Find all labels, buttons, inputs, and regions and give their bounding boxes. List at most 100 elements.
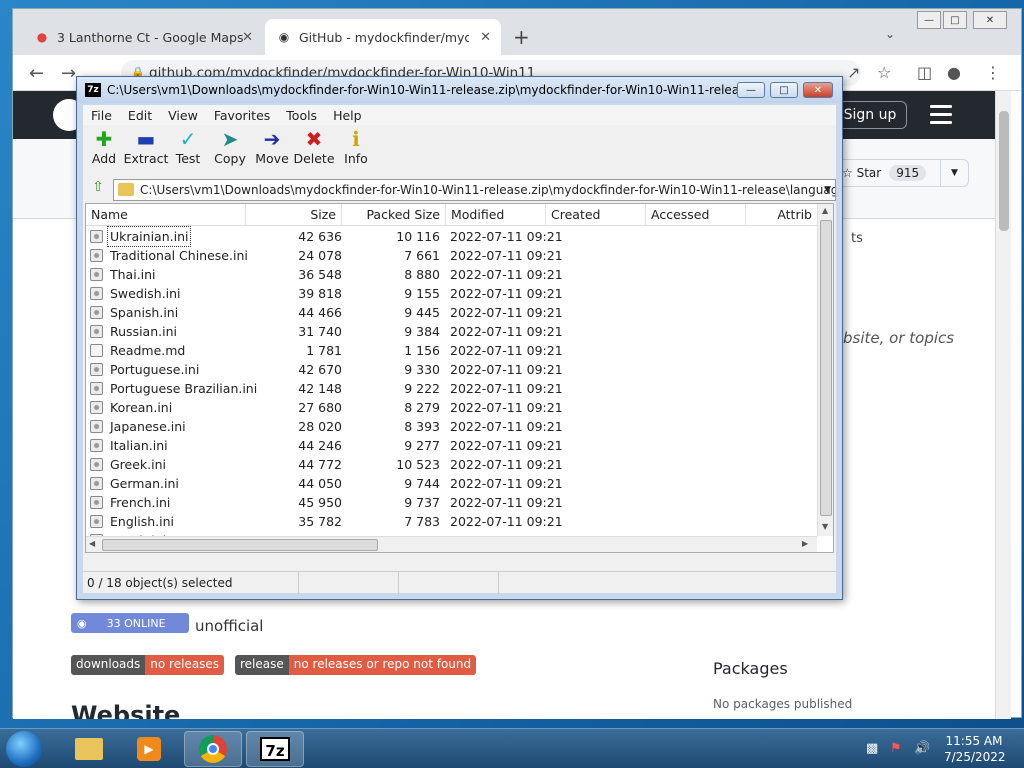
profile-icon[interactable]: ● — [947, 63, 961, 82]
hamburger-menu-icon[interactable] — [930, 105, 952, 129]
table-row[interactable]: Ukrainian.ini 42 636 10 116 2022-07-11 0… — [86, 226, 816, 247]
volume-icon[interactable]: 🔊 — [914, 741, 930, 756]
share-icon[interactable]: ↗ — [847, 63, 860, 82]
back-icon[interactable]: ← — [29, 63, 44, 84]
packages-heading[interactable]: Packages — [713, 659, 788, 678]
file-modified: 2022-07-11 09:21 — [450, 362, 563, 377]
side-panel-icon[interactable]: ◫ — [917, 63, 932, 82]
status-bar: 0 / 18 object(s) selected — [83, 571, 836, 594]
table-row[interactable]: Spanish.ini 44 466 9 445 2022-07-11 09:2… — [86, 303, 816, 322]
network-icon[interactable]: ▩ — [866, 741, 878, 756]
table-row[interactable]: Portuguese.ini 42 670 9 330 2022-07-11 0… — [86, 360, 816, 379]
check-icon: ✓ — [179, 127, 197, 151]
file-name: Readme.md — [110, 343, 186, 358]
star-button[interactable]: ☆ Star 915 ▼ — [831, 159, 969, 187]
table-row[interactable]: Italian.ini 44 246 9 277 2022-07-11 09:2… — [86, 436, 816, 455]
column-accessed[interactable]: Accessed — [646, 204, 746, 226]
file-name: Ukrainian.ini — [106, 226, 192, 247]
menu-favorites[interactable]: Favorites — [206, 108, 278, 123]
maximize-button[interactable]: □ — [770, 82, 798, 98]
tab-google-maps[interactable]: ● 3 Lanthorne Ct - Google Maps ✕ — [23, 19, 263, 55]
taskbar-chrome[interactable] — [184, 731, 242, 767]
menu-file[interactable]: File — [83, 108, 120, 123]
column-headers: Name Size Packed Size Modified Created A… — [86, 204, 833, 226]
folder-up-icon[interactable]: ⇧ — [87, 179, 109, 199]
column-size[interactable]: Size — [246, 204, 342, 226]
menu-view[interactable]: View — [160, 108, 206, 123]
forward-icon[interactable]: → — [61, 63, 76, 84]
file-name: French.ini — [110, 495, 171, 510]
clock[interactable]: 11:55 AM 7/25/2022 — [944, 733, 1006, 765]
downloads-badge[interactable]: downloads no releases — [71, 655, 225, 675]
table-row[interactable]: English.ini 35 782 7 783 2022-07-11 09:2… — [86, 512, 816, 531]
insights-tab-fragment[interactable]: ts — [851, 231, 863, 246]
status-cell — [499, 572, 619, 594]
move-button[interactable]: ➔ Move — [251, 127, 293, 175]
horizontal-scrollbar[interactable]: ◀ ▶ — [86, 536, 817, 552]
scroll-up-icon[interactable]: ▲ — [822, 206, 828, 215]
table-row[interactable]: German.ini 44 050 9 744 2022-07-11 09:21 — [86, 474, 816, 493]
minimize-button[interactable]: — — [917, 11, 941, 29]
file-name: Japanese.ini — [110, 419, 186, 434]
start-button[interactable] — [6, 731, 42, 767]
delete-button[interactable]: ✖ Delete — [293, 127, 335, 175]
file-modified: 2022-07-11 09:21 — [450, 267, 563, 282]
taskbar-media-player[interactable]: ▶ — [120, 731, 178, 767]
table-row[interactable]: Readme.md 1 781 1 156 2022-07-11 09:21 — [86, 341, 816, 360]
test-button[interactable]: ✓ Test — [167, 127, 209, 175]
ini-file-icon — [90, 401, 103, 414]
table-row[interactable]: Portuguese Brazilian.ini 42 148 9 222 20… — [86, 379, 816, 398]
info-button[interactable]: ℹ Info — [335, 127, 377, 175]
scroll-thumb[interactable] — [102, 539, 378, 551]
maximize-button[interactable]: □ — [943, 11, 967, 29]
taskbar-explorer[interactable] — [60, 731, 118, 767]
menu-edit[interactable]: Edit — [120, 108, 160, 123]
table-row[interactable]: Swedish.ini 39 818 9 155 2022-07-11 09:2… — [86, 284, 816, 303]
table-row[interactable]: Thai.ini 36 548 8 880 2022-07-11 09:21 — [86, 265, 816, 284]
path-input[interactable]: C:\Users\vm1\Downloads\mydockfinder-for-… — [113, 179, 836, 201]
table-row[interactable]: Korean.ini 27 680 8 279 2022-07-11 09:21 — [86, 398, 816, 417]
menu-tools[interactable]: Tools — [278, 108, 325, 123]
copy-button[interactable]: ➤ Copy — [209, 127, 251, 175]
column-attrib[interactable]: Attrib — [746, 204, 818, 226]
table-row[interactable]: Traditional Chinese.ini 24 078 7 661 202… — [86, 246, 816, 265]
star-icon[interactable]: ☆ — [877, 63, 891, 82]
close-window-button[interactable]: ✕ — [973, 11, 1007, 29]
column-created[interactable]: Created — [546, 204, 646, 226]
sevenzip-titlebar[interactable]: 7z C:\Users\vm1\Downloads\mydockfinder-f… — [77, 77, 842, 103]
taskbar-7zip[interactable]: 7z — [246, 731, 304, 767]
table-row[interactable]: Japanese.ini 28 020 8 393 2022-07-11 09:… — [86, 417, 816, 436]
page-scrollbar[interactable] — [995, 91, 1011, 719]
scroll-right-icon[interactable]: ▶ — [802, 539, 808, 548]
column-name[interactable]: Name — [86, 204, 246, 226]
table-row[interactable]: French.ini 45 950 9 737 2022-07-11 09:21 — [86, 493, 816, 512]
action-center-icon[interactable]: ⚑ — [890, 741, 902, 756]
new-tab-icon[interactable]: + — [513, 25, 530, 49]
table-row[interactable]: Russian.ini 31 740 9 384 2022-07-11 09:2… — [86, 322, 816, 341]
menu-dots-icon[interactable]: ⋮ — [985, 63, 1001, 82]
discord-badge[interactable]: ◉ 33 ONLINE — [71, 613, 189, 633]
chevron-down-icon[interactable]: ▼ — [940, 160, 968, 186]
file-name: Russian.ini — [110, 324, 177, 339]
tab-github[interactable]: ◉ GitHub - mydockfinder/mydockfi ✕ — [265, 19, 501, 55]
file-packed-size: 9 445 — [404, 305, 440, 320]
minimize-button[interactable]: — — [737, 82, 765, 98]
close-icon[interactable]: ✕ — [480, 30, 491, 45]
column-packed-size[interactable]: Packed Size — [342, 204, 446, 226]
scroll-thumb[interactable] — [820, 220, 832, 516]
close-window-button[interactable]: ✕ — [803, 82, 833, 98]
chevron-down-icon[interactable]: ⌄ — [885, 27, 895, 41]
table-row[interactable]: Greek.ini 44 772 10 523 2022-07-11 09:21 — [86, 455, 816, 474]
scroll-down-icon[interactable]: ▼ — [822, 522, 828, 531]
menu-help[interactable]: Help — [325, 108, 370, 123]
release-badge[interactable]: release no releases or repo not found — [235, 655, 477, 675]
scroll-left-icon[interactable]: ◀ — [89, 539, 95, 548]
add-button[interactable]: ✚ Add — [83, 127, 125, 175]
extract-button[interactable]: ▬ Extract — [123, 127, 169, 175]
close-icon[interactable]: ✕ — [242, 30, 253, 45]
column-modified[interactable]: Modified — [446, 204, 546, 226]
extract-label: Extract — [123, 151, 169, 166]
sign-up-button[interactable]: Sign up — [833, 101, 907, 129]
vertical-scrollbar[interactable]: ▲ ▼ — [817, 204, 833, 536]
chevron-down-icon[interactable]: ▼ — [824, 180, 831, 200]
